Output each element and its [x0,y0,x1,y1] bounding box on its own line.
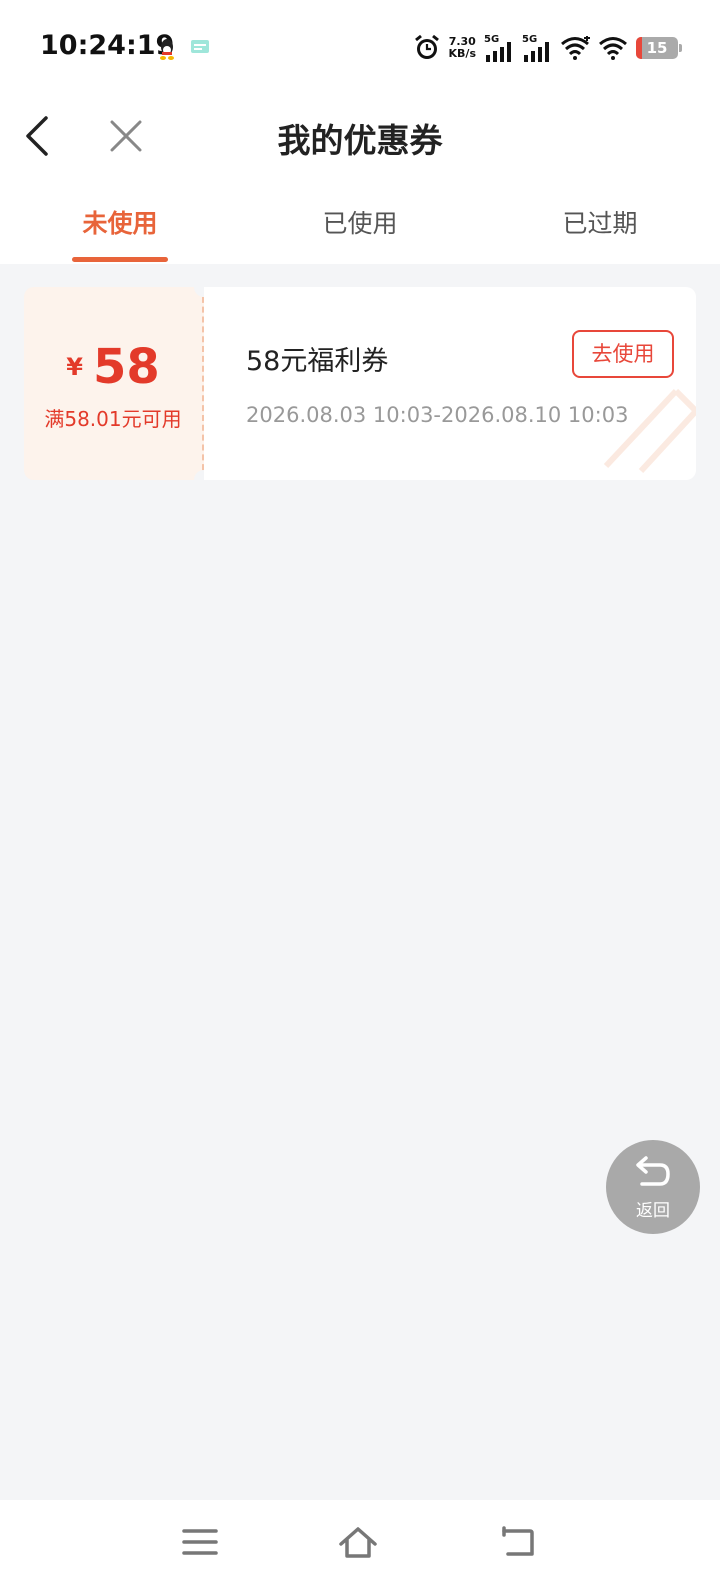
back-icon[interactable] [498,1524,538,1560]
page-title: 我的优惠券 [277,121,443,160]
status-bar: 10:24:19 7.30 KB/s 5G 5G 15 [0,0,720,96]
coupon-info-panel: 58元福利券 2026.08.03 10:03-2026.08.10 10:03… [204,287,696,480]
floating-back-button[interactable]: 返回 [606,1140,700,1234]
sim2-signal: 5G [522,34,552,62]
menu-icon[interactable] [180,1524,220,1560]
message-icon [191,40,209,53]
coupon-amount-panel: ¥58 满58.01元可用 [24,287,204,480]
floating-back-label: 返回 [636,1201,670,1221]
coupon-watermark-icon [603,388,696,474]
sim1-signal: 5G [484,34,514,62]
coupon-currency: ¥ [66,353,83,381]
return-icon [636,1156,670,1186]
alarm-icon [414,34,439,59]
tab-used[interactable]: 已使用 [240,180,480,264]
coupon-validity: 2026.08.03 10:03-2026.08.10 10:03 [246,403,629,427]
qq-icon [160,39,174,60]
coupon-card: ¥58 满58.01元可用 58元福利券 2026.08.03 10:03-20… [24,277,696,490]
wifi-icon [561,36,590,60]
status-icons: 7.30 KB/s 5G 5G 15 [413,30,682,66]
coupon-threshold: 满58.01元可用 [44,407,182,431]
coupon-amount: ¥58 [24,339,202,395]
coupon-value: 58 [92,339,160,395]
signal-icon [524,42,549,62]
nav-bar: 我的优惠券 [0,96,720,180]
coupon-tabs: 未使用 已使用 已过期 [0,180,720,264]
status-time: 10:24:19 [40,30,175,61]
coupon-name: 58元福利券 [246,346,389,377]
signal-icon [486,42,511,62]
home-icon[interactable] [338,1524,378,1560]
wifi-icon [599,37,627,60]
battery-icon: 15 [636,37,682,59]
system-nav-bar [0,1500,720,1584]
tab-expired[interactable]: 已过期 [480,180,720,264]
tab-unused[interactable]: 未使用 [0,180,240,264]
net-speed: 7.30 KB/s [448,35,476,60]
